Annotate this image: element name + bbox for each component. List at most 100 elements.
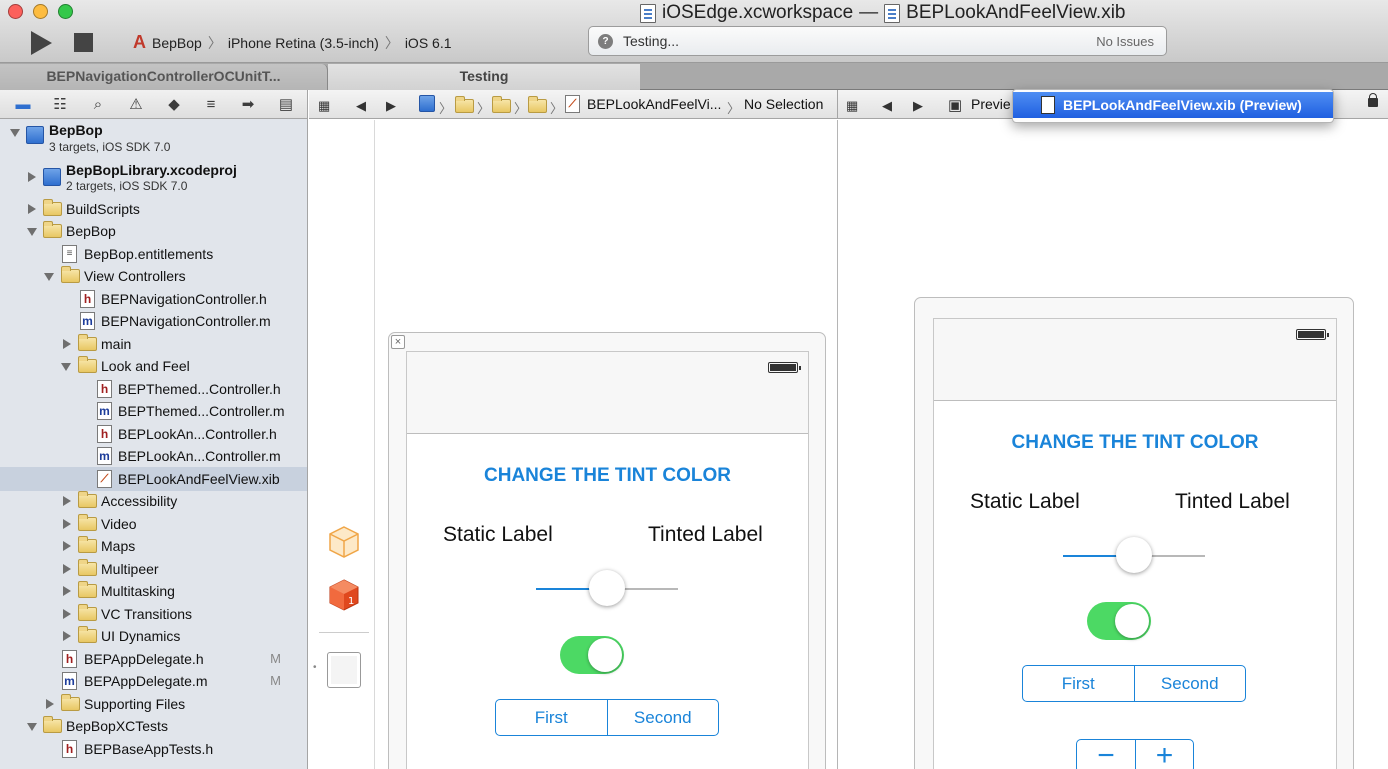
tree-item-look-and-feel[interactable]: Look and Feel [0, 355, 307, 377]
ib-screen[interactable]: CHANGE THE TINT COLOR Static Label Tinte… [406, 351, 809, 769]
disclosure-closed-icon[interactable] [63, 564, 71, 574]
tree-item-video[interactable]: Video [0, 513, 307, 535]
tinted-label[interactable]: Tinted Label [648, 523, 763, 547]
disclosure-open-icon[interactable] [27, 228, 37, 236]
related-items-icon[interactable]: ▦ [318, 98, 330, 114]
tree-item-vc-transitions[interactable]: VC Transitions [0, 603, 307, 625]
tree-item-navcontroller-h[interactable]: h BEPNavigationController.h [0, 288, 307, 310]
project-navigator-icon[interactable]: ▬ [14, 96, 32, 113]
tree-item-lookandfeel-m[interactable]: m BEPLookAn...Controller.m [0, 445, 307, 467]
tree-item-bepbop-project[interactable]: BepBop 3 targets, iOS SDK 7.0 [0, 121, 307, 161]
tree-item-buildscripts[interactable]: BuildScripts [0, 198, 307, 220]
tint-heading[interactable]: CHANGE THE TINT COLOR [407, 465, 808, 487]
tree-item-multitasking[interactable]: Multitasking [0, 580, 307, 602]
xib-file-icon: ⟋ [565, 95, 580, 113]
breakpoint-navigator-icon[interactable]: ➡ [239, 96, 257, 113]
first-responder-cube-icon[interactable]: 1 [327, 578, 361, 612]
disclosure-closed-icon[interactable] [63, 496, 71, 506]
assistant-mode-label[interactable]: Previe [971, 96, 1011, 112]
search-icon[interactable]: ⌕ [89, 96, 107, 113]
disclosure-closed-icon[interactable] [63, 631, 71, 641]
tree-item-bepbop-group[interactable]: BepBop [0, 220, 307, 242]
disclosure-open-icon[interactable] [10, 129, 20, 137]
tree-item-view-controllers[interactable]: View Controllers [0, 265, 307, 287]
disclosure-closed-icon[interactable] [28, 172, 36, 182]
tint-slider[interactable] [536, 570, 678, 606]
tree-item-main[interactable]: main [0, 333, 307, 355]
tree-item-navcontroller-m[interactable]: m BEPNavigationController.m [0, 310, 307, 332]
disclosure-open-icon[interactable] [27, 723, 37, 731]
jump-selection[interactable]: No Selection [744, 96, 823, 112]
ib-canvas[interactable]: 1 • × CHANGE THE TINT COLOR Static Label… [309, 120, 836, 769]
os-version[interactable]: iOS 6.1 [405, 35, 452, 51]
tree-item-bepboplibrary[interactable]: BepBopLibrary.xcodeproj 2 targets, iOS S… [0, 161, 307, 195]
preview-canvas[interactable]: CHANGE THE TINT COLOR Static Label Tinte… [837, 120, 1388, 769]
disclosure-closed-icon[interactable] [63, 519, 71, 529]
disclosure-open-icon[interactable] [61, 363, 71, 371]
related-items-icon[interactable]: ▦ [846, 98, 858, 114]
debug-navigator-icon[interactable]: ≡ [202, 96, 220, 113]
disclosure-open-icon[interactable] [44, 273, 54, 281]
tint-switch[interactable] [560, 636, 624, 674]
header-file-icon: h [80, 290, 95, 308]
tree-item-maps[interactable]: Maps [0, 535, 307, 557]
disclosure-closed-icon[interactable] [63, 609, 71, 619]
slider-knob[interactable] [589, 570, 625, 606]
tab-testing[interactable]: Testing [328, 64, 640, 90]
close-scene-icon[interactable]: × [391, 335, 405, 349]
tree-item-accessibility[interactable]: Accessibility [0, 490, 307, 512]
project-icon[interactable] [419, 95, 435, 112]
tree-item-themed-m[interactable]: m BEPThemed...Controller.m [0, 400, 307, 422]
window-title-file: BEPLookAndFeelView.xib [906, 2, 1126, 23]
lock-icon[interactable] [1368, 93, 1378, 107]
disclosure-closed-icon[interactable] [46, 699, 54, 709]
static-label[interactable]: Static Label [443, 523, 553, 547]
tree-item-xctests[interactable]: BepBopXCTests [0, 715, 307, 737]
folder-icon[interactable] [528, 96, 547, 113]
folder-icon[interactable] [492, 96, 511, 113]
segment-first[interactable]: First [496, 700, 607, 735]
symbol-navigator-icon[interactable]: ☷ [51, 96, 69, 113]
forward-arrow-icon[interactable]: ▶ [913, 98, 923, 114]
issue-navigator-icon[interactable]: ⚠ [127, 96, 145, 113]
tab-navigation-unit-tests[interactable]: BEPNavigationControllerOCUnitT... [0, 64, 328, 90]
destination-name[interactable]: iPhone Retina (3.5-inch) [228, 35, 379, 51]
popup-menu-item-preview[interactable]: BEPLookAndFeelView.xib (Preview) [1013, 92, 1333, 118]
jump-file-name[interactable]: BEPLookAndFeelVi... [587, 96, 721, 112]
forward-arrow-icon[interactable]: ▶ [386, 98, 396, 114]
tree-item-entitlements[interactable]: ≡ BepBop.entitlements [0, 243, 307, 265]
minimize-window-button[interactable] [33, 4, 48, 19]
scheme-selector[interactable]: A BepBop 〉 iPhone Retina (3.5-inch) 〉 iO… [133, 32, 452, 53]
stop-button[interactable] [74, 33, 93, 52]
tree-item-supporting-files[interactable]: Supporting Files [0, 693, 307, 715]
tree-item-baseapptests-h[interactable]: h BEPBaseAppTests.h [0, 738, 307, 760]
navigation-bar[interactable] [407, 352, 808, 434]
disclosure-closed-icon[interactable] [63, 586, 71, 596]
scheme-name[interactable]: BepBop [152, 35, 202, 51]
tree-item-appdelegate-h[interactable]: h BEPAppDelegate.h M [0, 648, 307, 670]
folder-icon[interactable] [455, 96, 474, 113]
tree-item-lookandfeel-h[interactable]: h BEPLookAn...Controller.h [0, 423, 307, 445]
disclosure-closed-icon[interactable] [63, 541, 71, 551]
segment-second[interactable]: Second [606, 700, 719, 735]
tree-item-themed-h[interactable]: h BEPThemed...Controller.h [0, 378, 307, 400]
view-object-icon[interactable] [327, 652, 361, 688]
preview-assistant-icon[interactable]: ▣ [948, 96, 962, 114]
tree-item-multipeer[interactable]: Multipeer [0, 558, 307, 580]
zoom-window-button[interactable] [58, 4, 73, 19]
tree-item-appdelegate-m[interactable]: m BEPAppDelegate.m M [0, 670, 307, 692]
back-arrow-icon[interactable]: ◀ [356, 98, 366, 114]
issues-text[interactable]: No Issues [1096, 34, 1154, 49]
tree-item-lookandfeel-xib[interactable]: ⟋ BEPLookAndFeelView.xib [0, 467, 307, 491]
run-button[interactable] [31, 31, 52, 55]
back-arrow-icon[interactable]: ◀ [882, 98, 892, 114]
ib-scene-frame[interactable]: × CHANGE THE TINT COLOR Static Label Tin… [388, 332, 826, 769]
segmented-control[interactable]: First Second [495, 699, 719, 736]
disclosure-closed-icon[interactable] [28, 204, 36, 214]
placeholder-cube-icon[interactable] [327, 525, 361, 559]
disclosure-closed-icon[interactable] [63, 339, 71, 349]
test-navigator-icon[interactable]: ◆ [165, 96, 183, 113]
tree-item-ui-dynamics[interactable]: UI Dynamics [0, 625, 307, 647]
close-window-button[interactable] [8, 4, 23, 19]
log-navigator-icon[interactable]: ▤ [277, 96, 295, 113]
